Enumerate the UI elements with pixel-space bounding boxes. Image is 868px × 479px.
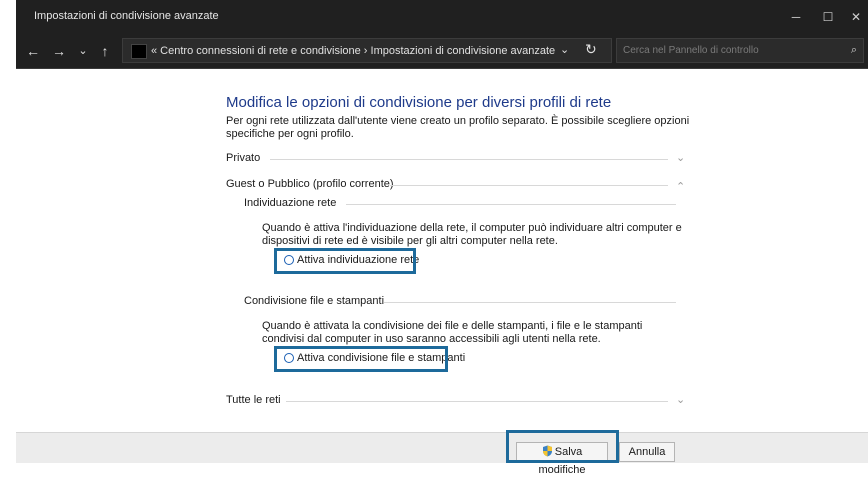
expand-chevron-icon[interactable]: ⌄ [676, 393, 685, 406]
highlight-box [506, 430, 619, 463]
section-all-networks[interactable]: Tutte le reti ⌄ [226, 394, 686, 408]
close-button[interactable]: ✕ [841, 6, 868, 28]
search-box[interactable]: Cerca nel Pannello di controllo ⌕ [616, 38, 864, 63]
section-guest-label: Guest o Pubblico (profilo corrente) [226, 178, 394, 190]
cancel-button[interactable]: Annulla [619, 442, 675, 462]
page-description: Per ogni rete utilizzata dall'utente vie… [226, 115, 690, 140]
highlight-box [274, 346, 448, 372]
network-discovery-description: Quando è attiva l'individuazione della r… [262, 222, 682, 247]
forward-arrow-icon[interactable]: → [48, 40, 70, 62]
address-dropdown-icon[interactable]: ⌄ [560, 43, 569, 56]
file-sharing-description: Quando è attivata la condivisione dei fi… [262, 320, 643, 345]
divider [346, 204, 676, 205]
up-arrow-icon[interactable]: ↑ [94, 40, 116, 62]
minimize-button[interactable]: ─ [781, 6, 811, 28]
control-panel-icon [131, 44, 147, 59]
title-bar: Impostazioni di condivisione avanzate ─ … [16, 0, 868, 34]
divider [384, 302, 676, 303]
network-discovery-label: Individuazione rete [244, 197, 337, 209]
settings-content: Modifica le opzioni di condivisione per … [16, 69, 868, 432]
recent-locations-chevron-icon[interactable]: ⌄ [72, 40, 94, 62]
window-title: Impostazioni di condivisione avanzate [34, 10, 219, 22]
collapse-chevron-icon[interactable]: ⌃ [676, 180, 685, 193]
file-sharing-label: Condivisione file e stampanti [244, 295, 385, 307]
subsection-network-discovery: Individuazione rete [244, 197, 676, 211]
divider [390, 185, 668, 186]
control-panel-window: Impostazioni di condivisione avanzate ─ … [16, 0, 868, 476]
expand-chevron-icon[interactable]: ⌄ [676, 151, 685, 164]
navigation-bar: ← → ⌄ ↑ « Centro connessioni di rete e c… [16, 34, 868, 69]
maximize-button[interactable]: ☐ [813, 6, 843, 28]
section-private-label: Privato [226, 152, 261, 164]
refresh-icon[interactable]: ↻ [585, 41, 597, 58]
section-guest-public[interactable]: Guest o Pubblico (profilo corrente) ⌃ [226, 178, 686, 193]
address-bar[interactable]: « Centro connessioni di rete e condivisi… [122, 38, 612, 63]
search-placeholder: Cerca nel Pannello di controllo [623, 45, 759, 56]
breadcrumb[interactable]: « Centro connessioni di rete e condivisi… [151, 45, 555, 57]
back-arrow-icon[interactable]: ← [22, 40, 44, 62]
footer-bar: Salva modifiche Annulla [16, 430, 868, 476]
highlight-box [274, 248, 416, 274]
divider [286, 401, 668, 402]
subsection-file-printer-sharing: Condivisione file e stampanti [244, 295, 676, 309]
section-private[interactable]: Privato ⌄ [226, 152, 686, 166]
search-icon[interactable]: ⌕ [851, 44, 857, 57]
page-title: Modifica le opzioni di condivisione per … [226, 94, 612, 111]
section-all-label: Tutte le reti [226, 394, 281, 406]
divider [270, 159, 668, 160]
